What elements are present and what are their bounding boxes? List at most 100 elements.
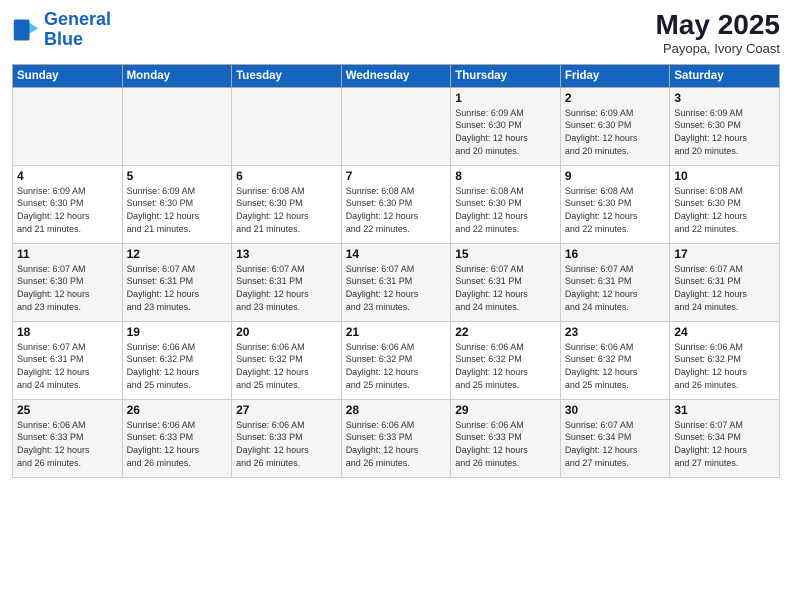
day-number: 2: [565, 91, 666, 105]
logo-icon: [12, 16, 40, 44]
day-number: 21: [346, 325, 447, 339]
calendar-cell: 2 Sunrise: 6:09 AM Sunset: 6:30 PM Daylig…: [560, 87, 670, 165]
day-detail: Sunrise: 6:08 AM Sunset: 6:30 PM Dayligh…: [346, 185, 447, 235]
day-detail: Sunrise: 6:06 AM Sunset: 6:32 PM Dayligh…: [346, 341, 447, 391]
day-number: 8: [455, 169, 556, 183]
location: Payopa, Ivory Coast: [655, 41, 780, 56]
calendar-cell: 18 Sunrise: 6:07 AM Sunset: 6:31 PM Dayli…: [13, 321, 123, 399]
day-number: 19: [127, 325, 228, 339]
calendar-cell: 11 Sunrise: 6:07 AM Sunset: 6:30 PM Dayli…: [13, 243, 123, 321]
calendar-cell: 27Sunrise: 6:06 AM Sunset: 6:33 PM Dayli…: [232, 399, 342, 477]
day-number: 1: [455, 91, 556, 105]
weekday-header-thursday: Thursday: [451, 64, 561, 87]
day-detail: Sunrise: 6:07 AM Sunset: 6:31 PM Dayligh…: [127, 263, 228, 313]
day-detail: Sunrise: 6:08 AM Sunset: 6:30 PM Dayligh…: [236, 185, 337, 235]
title-block: May 2025 Payopa, Ivory Coast: [655, 10, 780, 56]
calendar-cell: 30Sunrise: 6:07 AM Sunset: 6:34 PM Dayli…: [560, 399, 670, 477]
day-detail: Sunrise: 6:06 AM Sunset: 6:33 PM Dayligh…: [346, 419, 447, 469]
day-number: 13: [236, 247, 337, 261]
calendar-cell: 29 Sunrise: 6:06 AM Sunset: 6:33 PM Dayli…: [451, 399, 561, 477]
weekday-header-friday: Friday: [560, 64, 670, 87]
calendar-cell: 4 Sunrise: 6:09 AM Sunset: 6:30 PM Daylig…: [13, 165, 123, 243]
day-number: 25: [17, 403, 118, 417]
logo-text: General Blue: [44, 10, 111, 50]
day-number: 20: [236, 325, 337, 339]
calendar-cell: 21 Sunrise: 6:06 AM Sunset: 6:32 PM Dayli…: [341, 321, 451, 399]
page-container: General Blue May 2025 Payopa, Ivory Coas…: [0, 0, 792, 486]
day-number: 22: [455, 325, 556, 339]
weekday-header-wednesday: Wednesday: [341, 64, 451, 87]
weekday-header-saturday: Saturday: [670, 64, 780, 87]
day-detail: Sunrise: 6:07 AM Sunset: 6:30 PM Dayligh…: [17, 263, 118, 313]
day-number: 11: [17, 247, 118, 261]
weekday-header-sunday: Sunday: [13, 64, 123, 87]
day-detail: Sunrise: 6:06 AM Sunset: 6:32 PM Dayligh…: [236, 341, 337, 391]
day-number: 15: [455, 247, 556, 261]
weekday-header-tuesday: Tuesday: [232, 64, 342, 87]
logo-line2: Blue: [44, 29, 83, 49]
day-detail: Sunrise: 6:07 AM Sunset: 6:34 PM Dayligh…: [674, 419, 775, 469]
day-number: 24: [674, 325, 775, 339]
day-detail: Sunrise: 6:07 AM Sunset: 6:31 PM Dayligh…: [455, 263, 556, 313]
calendar-cell: 22 Sunrise: 6:06 AM Sunset: 6:32 PM Dayli…: [451, 321, 561, 399]
calendar-cell: [232, 87, 342, 165]
calendar-cell: 9Sunrise: 6:08 AM Sunset: 6:30 PM Daylig…: [560, 165, 670, 243]
logo: General Blue: [12, 10, 111, 50]
day-detail: Sunrise: 6:09 AM Sunset: 6:30 PM Dayligh…: [17, 185, 118, 235]
calendar-cell: 12 Sunrise: 6:07 AM Sunset: 6:31 PM Dayli…: [122, 243, 232, 321]
day-detail: Sunrise: 6:09 AM Sunset: 6:30 PM Dayligh…: [674, 107, 775, 157]
day-detail: Sunrise: 6:07 AM Sunset: 6:31 PM Dayligh…: [17, 341, 118, 391]
day-number: 10: [674, 169, 775, 183]
calendar-cell: 6 Sunrise: 6:08 AM Sunset: 6:30 PM Daylig…: [232, 165, 342, 243]
day-detail: Sunrise: 6:06 AM Sunset: 6:33 PM Dayligh…: [17, 419, 118, 469]
day-number: 3: [674, 91, 775, 105]
day-detail: Sunrise: 6:06 AM Sunset: 6:32 PM Dayligh…: [674, 341, 775, 391]
calendar-cell: 28 Sunrise: 6:06 AM Sunset: 6:33 PM Dayli…: [341, 399, 451, 477]
calendar-cell: 10Sunrise: 6:08 AM Sunset: 6:30 PM Dayli…: [670, 165, 780, 243]
day-number: 30: [565, 403, 666, 417]
calendar-cell: 20 Sunrise: 6:06 AM Sunset: 6:32 PM Dayli…: [232, 321, 342, 399]
week-row-5: 25 Sunrise: 6:06 AM Sunset: 6:33 PM Dayli…: [13, 399, 780, 477]
day-number: 9: [565, 169, 666, 183]
day-detail: Sunrise: 6:09 AM Sunset: 6:30 PM Dayligh…: [455, 107, 556, 157]
week-row-4: 18 Sunrise: 6:07 AM Sunset: 6:31 PM Dayli…: [13, 321, 780, 399]
calendar-body: 1 Sunrise: 6:09 AM Sunset: 6:30 PM Daylig…: [13, 87, 780, 477]
day-number: 12: [127, 247, 228, 261]
header: General Blue May 2025 Payopa, Ivory Coas…: [12, 10, 780, 56]
day-number: 17: [674, 247, 775, 261]
day-detail: Sunrise: 6:09 AM Sunset: 6:30 PM Dayligh…: [127, 185, 228, 235]
calendar-cell: 31Sunrise: 6:07 AM Sunset: 6:34 PM Dayli…: [670, 399, 780, 477]
day-detail: Sunrise: 6:07 AM Sunset: 6:31 PM Dayligh…: [674, 263, 775, 313]
week-row-2: 4 Sunrise: 6:09 AM Sunset: 6:30 PM Daylig…: [13, 165, 780, 243]
calendar-cell: 14Sunrise: 6:07 AM Sunset: 6:31 PM Dayli…: [341, 243, 451, 321]
day-number: 16: [565, 247, 666, 261]
day-number: 6: [236, 169, 337, 183]
day-detail: Sunrise: 6:06 AM Sunset: 6:32 PM Dayligh…: [565, 341, 666, 391]
calendar-cell: 7 Sunrise: 6:08 AM Sunset: 6:30 PM Daylig…: [341, 165, 451, 243]
calendar-cell: 3 Sunrise: 6:09 AM Sunset: 6:30 PM Daylig…: [670, 87, 780, 165]
weekday-header-row: SundayMondayTuesdayWednesdayThursdayFrid…: [13, 64, 780, 87]
calendar-cell: 15 Sunrise: 6:07 AM Sunset: 6:31 PM Dayli…: [451, 243, 561, 321]
calendar-cell: 25 Sunrise: 6:06 AM Sunset: 6:33 PM Dayli…: [13, 399, 123, 477]
day-number: 4: [17, 169, 118, 183]
calendar-table: SundayMondayTuesdayWednesdayThursdayFrid…: [12, 64, 780, 478]
day-detail: Sunrise: 6:06 AM Sunset: 6:33 PM Dayligh…: [455, 419, 556, 469]
day-detail: Sunrise: 6:06 AM Sunset: 6:33 PM Dayligh…: [127, 419, 228, 469]
day-detail: Sunrise: 6:09 AM Sunset: 6:30 PM Dayligh…: [565, 107, 666, 157]
calendar-cell: 16 Sunrise: 6:07 AM Sunset: 6:31 PM Dayli…: [560, 243, 670, 321]
week-row-3: 11 Sunrise: 6:07 AM Sunset: 6:30 PM Dayli…: [13, 243, 780, 321]
day-number: 29: [455, 403, 556, 417]
day-number: 23: [565, 325, 666, 339]
calendar-cell: 23 Sunrise: 6:06 AM Sunset: 6:32 PM Dayli…: [560, 321, 670, 399]
day-number: 28: [346, 403, 447, 417]
weekday-header-monday: Monday: [122, 64, 232, 87]
day-detail: Sunrise: 6:07 AM Sunset: 6:31 PM Dayligh…: [565, 263, 666, 313]
calendar-cell: 26Sunrise: 6:06 AM Sunset: 6:33 PM Dayli…: [122, 399, 232, 477]
day-number: 7: [346, 169, 447, 183]
day-detail: Sunrise: 6:06 AM Sunset: 6:32 PM Dayligh…: [455, 341, 556, 391]
day-number: 18: [17, 325, 118, 339]
day-number: 5: [127, 169, 228, 183]
logo-line1: General: [44, 9, 111, 29]
day-number: 27: [236, 403, 337, 417]
calendar-cell: 19Sunrise: 6:06 AM Sunset: 6:32 PM Dayli…: [122, 321, 232, 399]
